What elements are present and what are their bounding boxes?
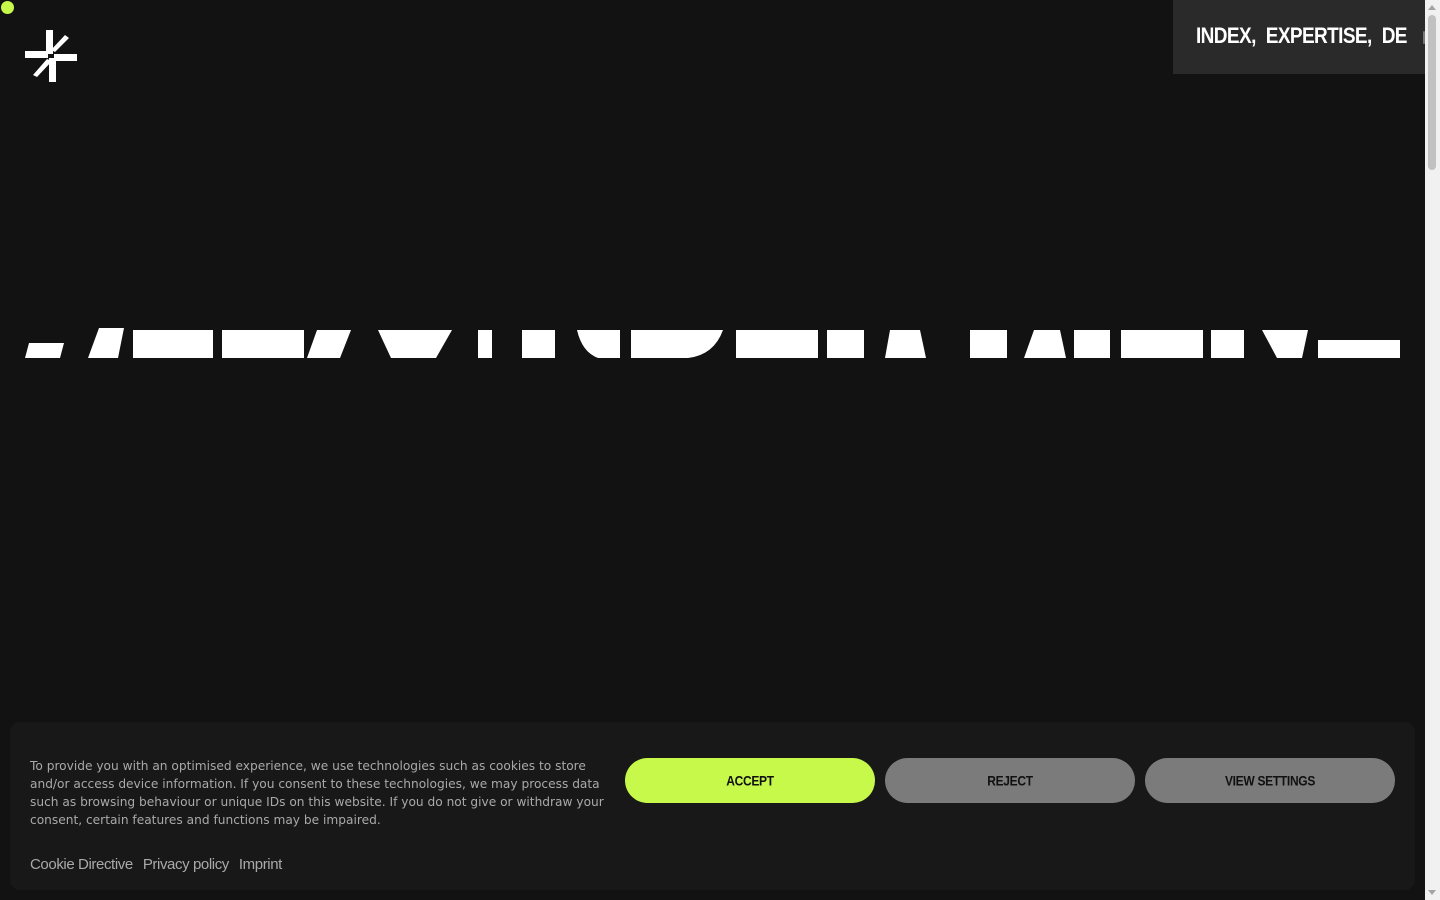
scroll-thumb[interactable] <box>1428 15 1436 170</box>
page: INDEX, EXPERTISE, DE To provide you with… <box>0 0 1440 900</box>
scroll-up-arrow-icon[interactable] <box>1428 5 1436 10</box>
cookie-consent-banner: To provide you with an optimised experie… <box>10 722 1415 890</box>
accept-button-label: ACCEPT <box>726 772 774 789</box>
view-settings-button[interactable]: VIEW SETTINGS <box>1145 758 1395 803</box>
reject-button[interactable]: REJECT <box>885 758 1135 803</box>
reject-button-label: REJECT <box>987 772 1033 789</box>
nav-link-index[interactable]: INDEX, <box>1196 24 1256 49</box>
asterisk-logo-icon[interactable] <box>25 30 77 82</box>
privacy-policy-link[interactable]: Privacy policy <box>143 856 229 873</box>
imprint-link[interactable]: Imprint <box>239 856 282 873</box>
cookie-links: Cookie Directive Privacy policy Imprint <box>30 856 292 873</box>
cursor-dot <box>1 1 14 14</box>
accept-button[interactable]: ACCEPT <box>625 758 875 803</box>
hero-headline-fragments <box>25 328 1400 358</box>
cookie-consent-text: To provide you with an optimised experie… <box>30 759 604 827</box>
view-settings-button-label: VIEW SETTINGS <box>1224 772 1316 789</box>
nav-link-expertise[interactable]: EXPERTISE, <box>1266 24 1373 49</box>
page-scrollbar[interactable] <box>1425 0 1440 900</box>
cookie-directive-link[interactable]: Cookie Directive <box>30 856 133 873</box>
scroll-down-arrow-icon[interactable] <box>1428 890 1436 895</box>
nav-link-language-de[interactable]: DE <box>1382 24 1408 49</box>
top-nav: INDEX, EXPERTISE, DE <box>1173 0 1433 74</box>
